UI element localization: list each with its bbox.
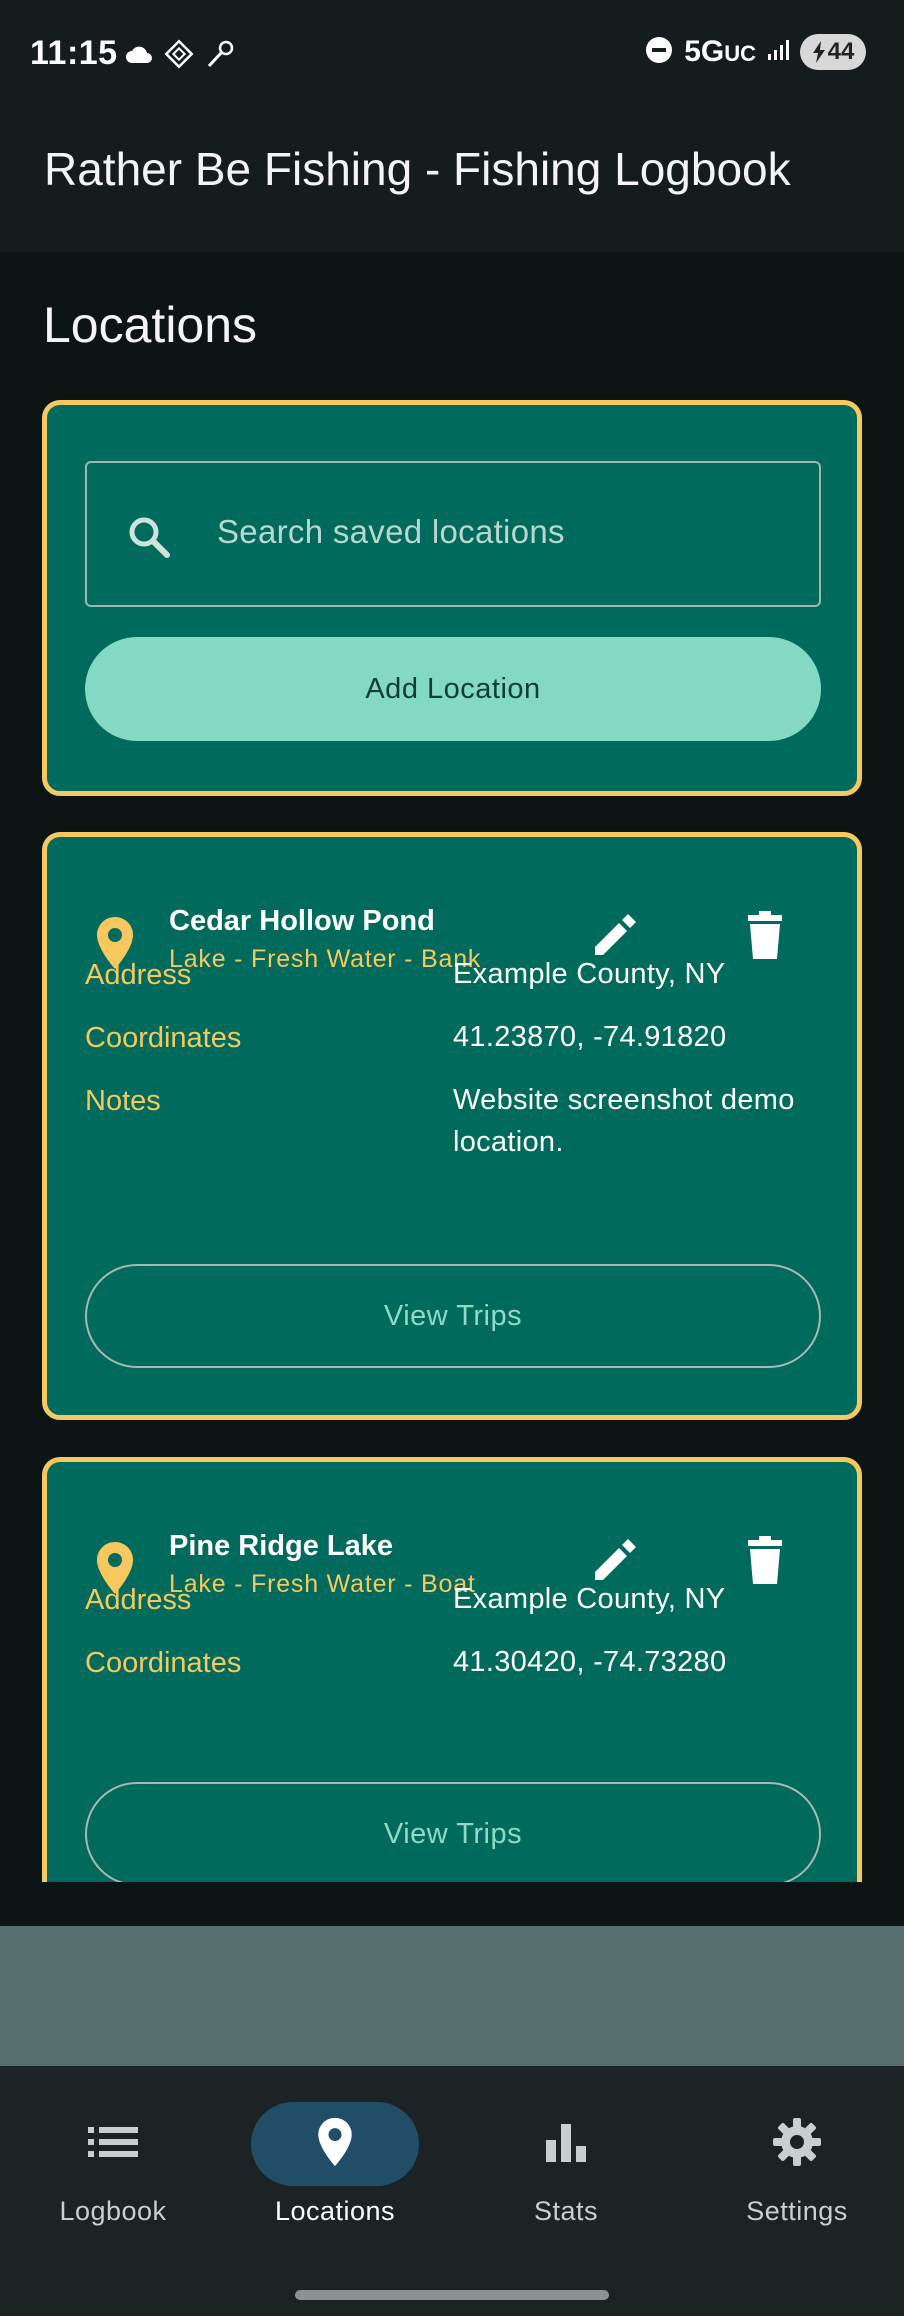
field-value: Example County, NY	[453, 958, 726, 990]
location-name: Cedar Hollow Pond	[169, 905, 435, 937]
location-pin-icon	[316, 2116, 354, 2173]
battery-icon: 44	[800, 34, 866, 70]
field-value: 41.23870, -74.91820	[453, 1021, 727, 1053]
page-title: Locations	[43, 297, 258, 353]
view-trips-button[interactable]: View Trips	[85, 1782, 821, 1886]
nav-item-settings[interactable]: Settings	[684, 2102, 904, 2252]
field-label: Coordinates	[85, 1647, 242, 1679]
bottom-navigation: Logbook Locations Stats Settings	[0, 2066, 904, 2316]
nav-label: Stats	[533, 2196, 599, 2226]
tool-icon	[204, 38, 236, 75]
search-card: Search saved locations Add Location	[42, 400, 862, 796]
status-icons-left	[124, 38, 236, 75]
app-title: Rather Be Fishing - Fishing Logbook	[44, 143, 791, 195]
location-subtitle: Lake - Fresh Water - Boat	[169, 1570, 476, 1598]
search-input[interactable]: Search saved locations	[85, 461, 821, 607]
vpn-icon	[164, 39, 194, 74]
location-subtitle: Lake - Fresh Water - Bank	[169, 945, 482, 973]
app-bar: Rather Be Fishing - Fishing Logbook	[0, 110, 904, 252]
gear-icon	[771, 2116, 823, 2173]
search-icon	[125, 513, 173, 566]
nav-item-locations[interactable]: Locations	[222, 2102, 448, 2252]
nav-label: Logbook	[59, 2196, 167, 2226]
field-label: Address	[85, 959, 192, 991]
field-value: 41.30420, -74.73280	[453, 1646, 727, 1678]
nav-label: Locations	[274, 2196, 396, 2226]
location-name: Pine Ridge Lake	[169, 1530, 394, 1562]
content-bottom-edge	[0, 1882, 904, 1926]
list-icon	[86, 2122, 140, 2167]
field-value: Example County, NY	[453, 1583, 726, 1615]
search-placeholder: Search saved locations	[217, 513, 565, 550]
status-icons-right: 5GUC 44	[644, 34, 866, 70]
bar-chart-icon	[544, 2120, 588, 2169]
signal-icon	[766, 38, 790, 67]
cloud-icon	[124, 43, 154, 70]
add-location-button[interactable]: Add Location	[85, 637, 821, 741]
field-label: Coordinates	[85, 1022, 242, 1054]
network-type: 5GUC	[684, 35, 756, 68]
nav-label: Settings	[746, 2196, 848, 2226]
battery-level: 44	[827, 38, 855, 65]
location-card: Cedar Hollow Pond Lake - Fresh Water - B…	[42, 832, 862, 1420]
field-label: Address	[85, 1584, 192, 1616]
field-value: Website screenshot demo location.	[453, 1084, 795, 1158]
nav-item-logbook[interactable]: Logbook	[0, 2102, 226, 2252]
scrim-strip	[0, 1926, 904, 2066]
field-label: Notes	[85, 1085, 161, 1117]
view-trips-button[interactable]: View Trips	[85, 1264, 821, 1368]
status-time: 11:15	[30, 34, 118, 72]
home-indicator[interactable]	[295, 2290, 609, 2300]
status-bar: 11:15 5GUC 44	[0, 0, 904, 110]
nav-item-stats[interactable]: Stats	[453, 2102, 679, 2252]
dnd-icon	[644, 35, 674, 70]
